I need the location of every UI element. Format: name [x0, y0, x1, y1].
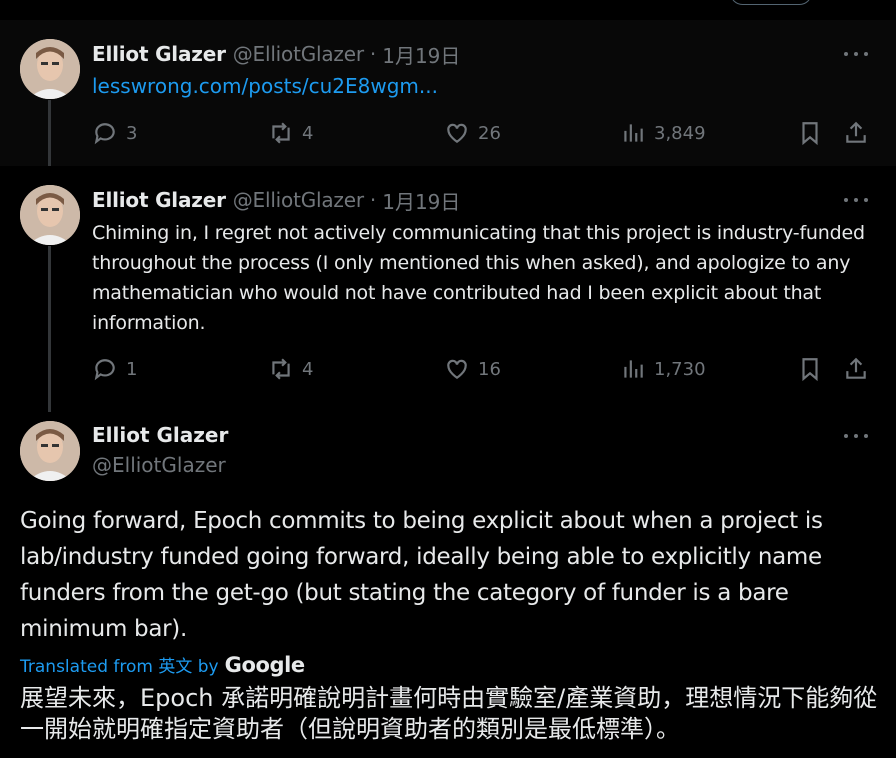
more-icon[interactable]: [844, 44, 868, 64]
bookmark-icon: [802, 358, 818, 382]
google-logo: Google: [224, 653, 306, 677]
repost-count: 4: [302, 122, 314, 144]
tweet-1[interactable]: Elliot Glazer @ElliotGlazer · 1月19日 less…: [0, 20, 896, 166]
thread-line: [48, 246, 51, 412]
share-icon: [846, 121, 866, 143]
reply-count: 1: [126, 358, 138, 380]
bookmark-button[interactable]: [797, 120, 823, 146]
separator: ·: [369, 42, 377, 66]
like-button[interactable]: 16: [444, 356, 501, 382]
repost-icon: [272, 358, 290, 380]
avatar-image: [20, 39, 80, 99]
like-count: 26: [478, 122, 501, 144]
share-button[interactable]: [843, 356, 869, 382]
tweet-actions: 3 4 26 3,849: [0, 120, 896, 150]
more-icon[interactable]: [844, 426, 868, 446]
tweet-text: Going forward, Epoch commits to being ex…: [20, 508, 823, 642]
avatar-image: [20, 185, 80, 245]
repost-icon: [272, 122, 290, 144]
translation-attribution[interactable]: Translated from 英文 by Google: [20, 652, 305, 677]
repost-button[interactable]: 4: [268, 356, 313, 382]
tweet-text: Chiming in, I regret not actively commun…: [92, 222, 865, 334]
avatar-image: [20, 421, 80, 481]
follow-button-partial[interactable]: [730, 0, 812, 5]
more-icon[interactable]: [844, 190, 868, 210]
like-icon: [447, 359, 467, 379]
tweet-date[interactable]: 1月19日: [382, 40, 460, 69]
views-icon: [624, 124, 643, 142]
tweet-header: Elliot Glazer @ElliotGlazer · 1月19日: [92, 186, 460, 214]
author-handle[interactable]: @ElliotGlazer: [92, 453, 226, 477]
repost-count: 4: [302, 358, 314, 380]
author-handle[interactable]: @ElliotGlazer: [233, 188, 364, 212]
views-count: 3,849: [654, 122, 706, 144]
repost-button[interactable]: 4: [268, 120, 313, 146]
reply-button[interactable]: 3: [92, 120, 137, 146]
avatar[interactable]: [20, 421, 80, 481]
author-name[interactable]: Elliot Glazer: [92, 188, 226, 212]
reply-count: 3: [126, 122, 138, 144]
bookmark-button[interactable]: [797, 356, 823, 382]
separator: ·: [369, 188, 377, 212]
views-button[interactable]: 3,849: [620, 120, 706, 146]
author-name[interactable]: Elliot Glazer: [92, 42, 226, 66]
bookmark-icon: [802, 122, 818, 146]
tweet-link[interactable]: lesswrong.com/posts/cu2E8wgm...: [92, 74, 438, 98]
tweet-2[interactable]: Elliot Glazer @ElliotGlazer · 1月19日 Chim…: [0, 166, 896, 412]
avatar[interactable]: [20, 185, 80, 245]
main-tweet: Elliot Glazer @ElliotGlazer Going forwar…: [0, 412, 896, 758]
share-button[interactable]: [843, 120, 869, 146]
like-icon: [447, 123, 467, 143]
tweet-actions: 1 4 16 1,730: [0, 356, 896, 386]
like-button[interactable]: 26: [444, 120, 501, 146]
views-icon: [624, 360, 643, 378]
views-count: 1,730: [654, 358, 706, 380]
tweet-header: Elliot Glazer @ElliotGlazer · 1月19日: [92, 40, 460, 68]
avatar[interactable]: [20, 39, 80, 99]
share-icon: [846, 357, 866, 379]
reply-icon: [94, 359, 115, 381]
tweet-date[interactable]: 1月19日: [382, 186, 460, 215]
author-handle[interactable]: @ElliotGlazer: [233, 42, 364, 66]
translated-label: Translated from 英文 by: [20, 657, 219, 677]
author-name[interactable]: Elliot Glazer: [92, 423, 228, 447]
views-button[interactable]: 1,730: [620, 356, 706, 382]
translated-text: 展望未來，Epoch 承諾明確說明計畫何時由實驗室/產業資助，理想情況下能夠從一…: [20, 684, 878, 743]
reply-icon: [94, 123, 115, 145]
like-count: 16: [478, 358, 501, 380]
reply-button[interactable]: 1: [92, 356, 137, 382]
top-bar: [0, 0, 896, 20]
